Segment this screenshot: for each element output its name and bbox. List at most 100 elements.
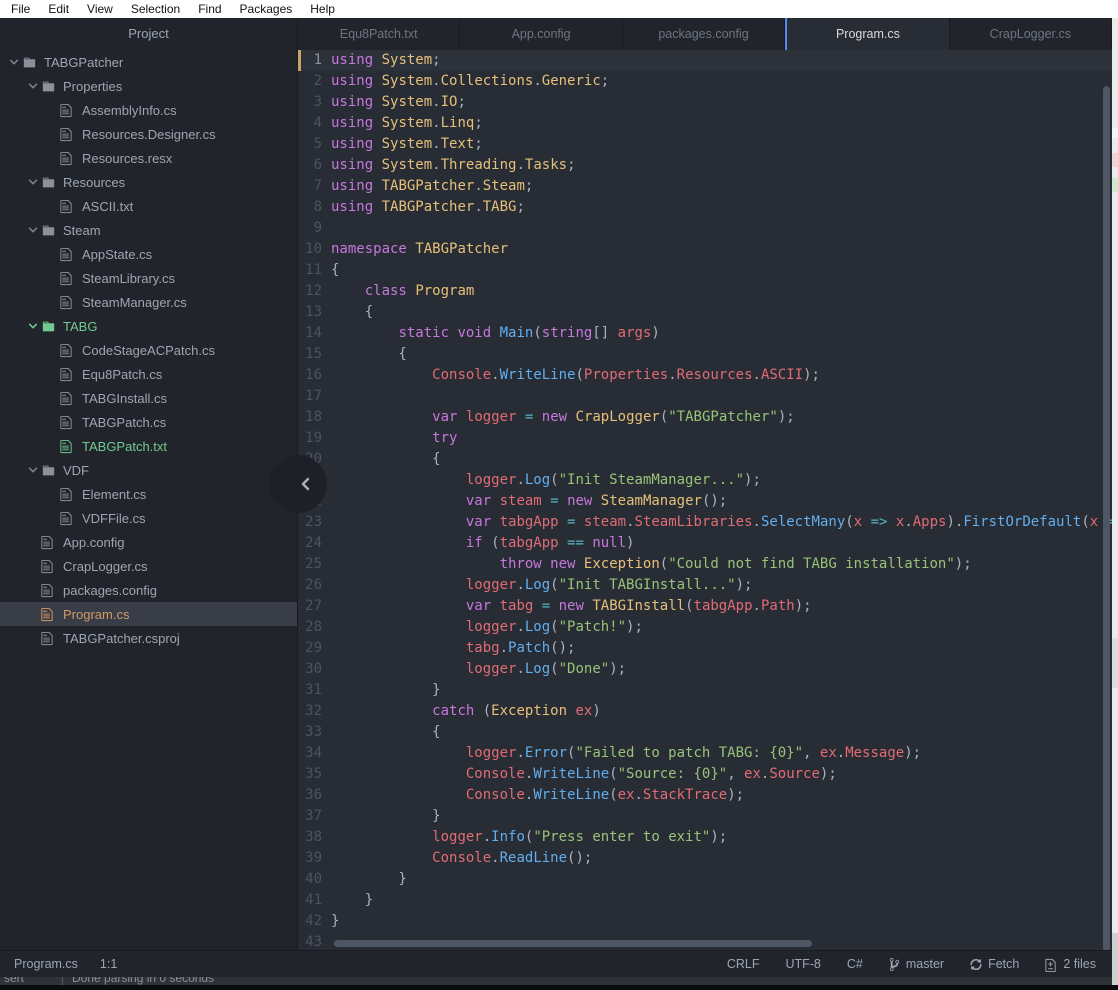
code-line-25[interactable]: 25 throw new Exception("Could not find T… (298, 554, 1112, 575)
tab-program-cs[interactable]: Program.cs (785, 18, 950, 50)
code-line-41[interactable]: 41 } (298, 890, 1112, 911)
tab-craplogger-cs[interactable]: CrapLogger.cs (949, 18, 1112, 50)
code-line-39[interactable]: 39 Console.ReadLine(); (298, 848, 1112, 869)
menu-packages[interactable]: Packages (231, 0, 302, 18)
tree-item-properties[interactable]: Properties (0, 74, 297, 98)
tree-toggle-handle[interactable] (269, 455, 327, 513)
code-line-12[interactable]: 12 class Program (298, 281, 1112, 302)
status-cursor-position[interactable]: 1:1 (100, 957, 117, 971)
tree-item-vdffile-cs[interactable]: VDFFile.cs (0, 506, 297, 530)
tree-item-codestageacpatch-cs[interactable]: CodeStageACPatch.cs (0, 338, 297, 362)
tree-item-tabgpatch-txt[interactable]: TABGPatch.txt (0, 434, 297, 458)
menu-help[interactable]: Help (301, 0, 344, 18)
code-line-6[interactable]: 6 using System.Threading.Tasks; (298, 155, 1112, 176)
menu-edit[interactable]: Edit (39, 0, 78, 18)
status-git-fetch[interactable]: Fetch (970, 957, 1019, 972)
tab-packages-config[interactable]: packages.config (622, 18, 786, 50)
code-text: logger.Info("Press enter to exit"); (432, 829, 728, 845)
code-line-5[interactable]: 5 using System.Text; (298, 134, 1112, 155)
code-editor[interactable]: 1 using System; 2 using System.Collections.… (298, 50, 1112, 950)
code-line-2[interactable]: 2 using System.Collections.Generic; (298, 71, 1112, 92)
vertical-scrollbar[interactable] (1103, 86, 1110, 950)
code-line-11[interactable]: 11 { (298, 260, 1112, 281)
code-line-37[interactable]: 37 } (298, 806, 1112, 827)
code-line-14[interactable]: 14 static void Main(string[] args) (298, 323, 1112, 344)
tree-item-equ8patch-cs[interactable]: Equ8Patch.cs (0, 362, 297, 386)
code-line-29[interactable]: 29 tabg.Patch(); (298, 638, 1112, 659)
code-line-3[interactable]: 3 using System.IO; (298, 92, 1112, 113)
chevron-down-icon[interactable] (25, 177, 41, 187)
code-line-15[interactable]: 15 { (298, 344, 1112, 365)
code-line-33[interactable]: 33 { (298, 722, 1112, 743)
tab-equ8patch-txt[interactable]: Equ8Patch.txt (298, 18, 461, 50)
tree-item-app-config[interactable]: App.config (0, 530, 297, 554)
code-line-1[interactable]: 1 using System; (298, 50, 1112, 71)
code-line-27[interactable]: 27 var tabg = new TABGInstall(tabgApp.Pa… (298, 596, 1112, 617)
tree-item-ascii-txt[interactable]: ASCII.txt (0, 194, 297, 218)
tree-item-program-cs[interactable]: Program.cs (0, 602, 297, 626)
tree-item-packages-config[interactable]: packages.config (0, 578, 297, 602)
tree-item-tabgpatcher[interactable]: TABGPatcher (0, 50, 297, 74)
tree-item-steam[interactable]: Steam (0, 218, 297, 242)
tab-app-config[interactable]: App.config (460, 18, 623, 50)
code-line-36[interactable]: 36 Console.WriteLine(ex.StackTrace); (298, 785, 1112, 806)
tree-item-craplogger-cs[interactable]: CrapLogger.cs (0, 554, 297, 578)
tree-item-tabginstall-cs[interactable]: TABGInstall.cs (0, 386, 297, 410)
code-line-31[interactable]: 31 } (298, 680, 1112, 701)
code-line-4[interactable]: 4 using System.Linq; (298, 113, 1112, 134)
tree-item-resources-designer-cs[interactable]: Resources.Designer.cs (0, 122, 297, 146)
code-line-34[interactable]: 34 logger.Error("Failed to patch TABG: {… (298, 743, 1112, 764)
code-line-38[interactable]: 38 logger.Info("Press enter to exit"); (298, 827, 1112, 848)
tree-item-resources[interactable]: Resources (0, 170, 297, 194)
code-line-24[interactable]: 24 if (tabgApp == null) (298, 533, 1112, 554)
tree-item-assemblyinfo-cs[interactable]: AssemblyInfo.cs (0, 98, 297, 122)
code-line-35[interactable]: 35 Console.WriteLine("Source: {0}", ex.S… (298, 764, 1112, 785)
chevron-down-icon[interactable] (25, 225, 41, 235)
status-file-name[interactable]: Program.cs (14, 957, 78, 971)
tree-item-steamlibrary-cs[interactable]: SteamLibrary.cs (0, 266, 297, 290)
status-git-changed-files[interactable]: 2 files (1045, 957, 1096, 972)
menu-view[interactable]: View (78, 0, 122, 18)
chevron-down-icon[interactable] (25, 81, 41, 91)
code-line-26[interactable]: 26 logger.Log("Init TABGInstall..."); (298, 575, 1112, 596)
menu-file[interactable]: File (0, 0, 39, 18)
code-line-10[interactable]: 10 namespace TABGPatcher (298, 239, 1112, 260)
tree-item-label: SteamManager.cs (82, 294, 187, 310)
code-line-13[interactable]: 13 { (298, 302, 1112, 323)
tree-item-appstate-cs[interactable]: AppState.cs (0, 242, 297, 266)
horizontal-scrollbar[interactable] (334, 940, 812, 947)
code-line-23[interactable]: 23 var tabgApp = steam.SteamLibraries.Se… (298, 512, 1112, 533)
tree-item-tabgpatcher-csproj[interactable]: TABGPatcher.csproj (0, 626, 297, 650)
chevron-down-icon[interactable] (25, 465, 41, 475)
tree-item-element-cs[interactable]: Element.cs (0, 482, 297, 506)
status-grammar[interactable]: C# (847, 957, 863, 971)
code-line-40[interactable]: 40 } (298, 869, 1112, 890)
status-git-branch[interactable]: master (889, 957, 944, 972)
status-encoding[interactable]: UTF-8 (785, 957, 820, 971)
chevron-down-icon[interactable] (6, 57, 22, 67)
code-line-32[interactable]: 32 catch (Exception ex) (298, 701, 1112, 722)
code-line-8[interactable]: 8 using TABGPatcher.TABG; (298, 197, 1112, 218)
code-line-9[interactable]: 9 (298, 218, 1112, 239)
code-line-20[interactable]: 20 { (298, 449, 1112, 470)
menu-find[interactable]: Find (189, 0, 230, 18)
code-line-16[interactable]: 16 Console.WriteLine(Properties.Resource… (298, 365, 1112, 386)
code-line-18[interactable]: 18 var logger = new CrapLogger("TABGPatc… (298, 407, 1112, 428)
code-line-28[interactable]: 28 logger.Log("Patch!"); (298, 617, 1112, 638)
code-line-21[interactable]: 21 logger.Log("Init SteamManager..."); (298, 470, 1112, 491)
tree-item-steammanager-cs[interactable]: SteamManager.cs (0, 290, 297, 314)
code-line-30[interactable]: 30 logger.Log("Done"); (298, 659, 1112, 680)
tree-item-tabg[interactable]: TABG (0, 314, 297, 338)
code-text: tabg.Patch(); (465, 640, 576, 656)
status-line-ending[interactable]: CRLF (727, 957, 760, 971)
code-line-19[interactable]: 19 try (298, 428, 1112, 449)
code-line-22[interactable]: 22 var steam = new SteamManager(); (298, 491, 1112, 512)
code-line-17[interactable]: 17 (298, 386, 1112, 407)
code-line-7[interactable]: 7 using TABGPatcher.Steam; (298, 176, 1112, 197)
tree-item-tabgpatch-cs[interactable]: TABGPatch.cs (0, 410, 297, 434)
tree-item-resources-resx[interactable]: Resources.resx (0, 146, 297, 170)
tree-item-vdf[interactable]: VDF (0, 458, 297, 482)
chevron-down-icon[interactable] (25, 321, 41, 331)
menu-selection[interactable]: Selection (122, 0, 189, 18)
code-line-42[interactable]: 42} (298, 911, 1112, 932)
